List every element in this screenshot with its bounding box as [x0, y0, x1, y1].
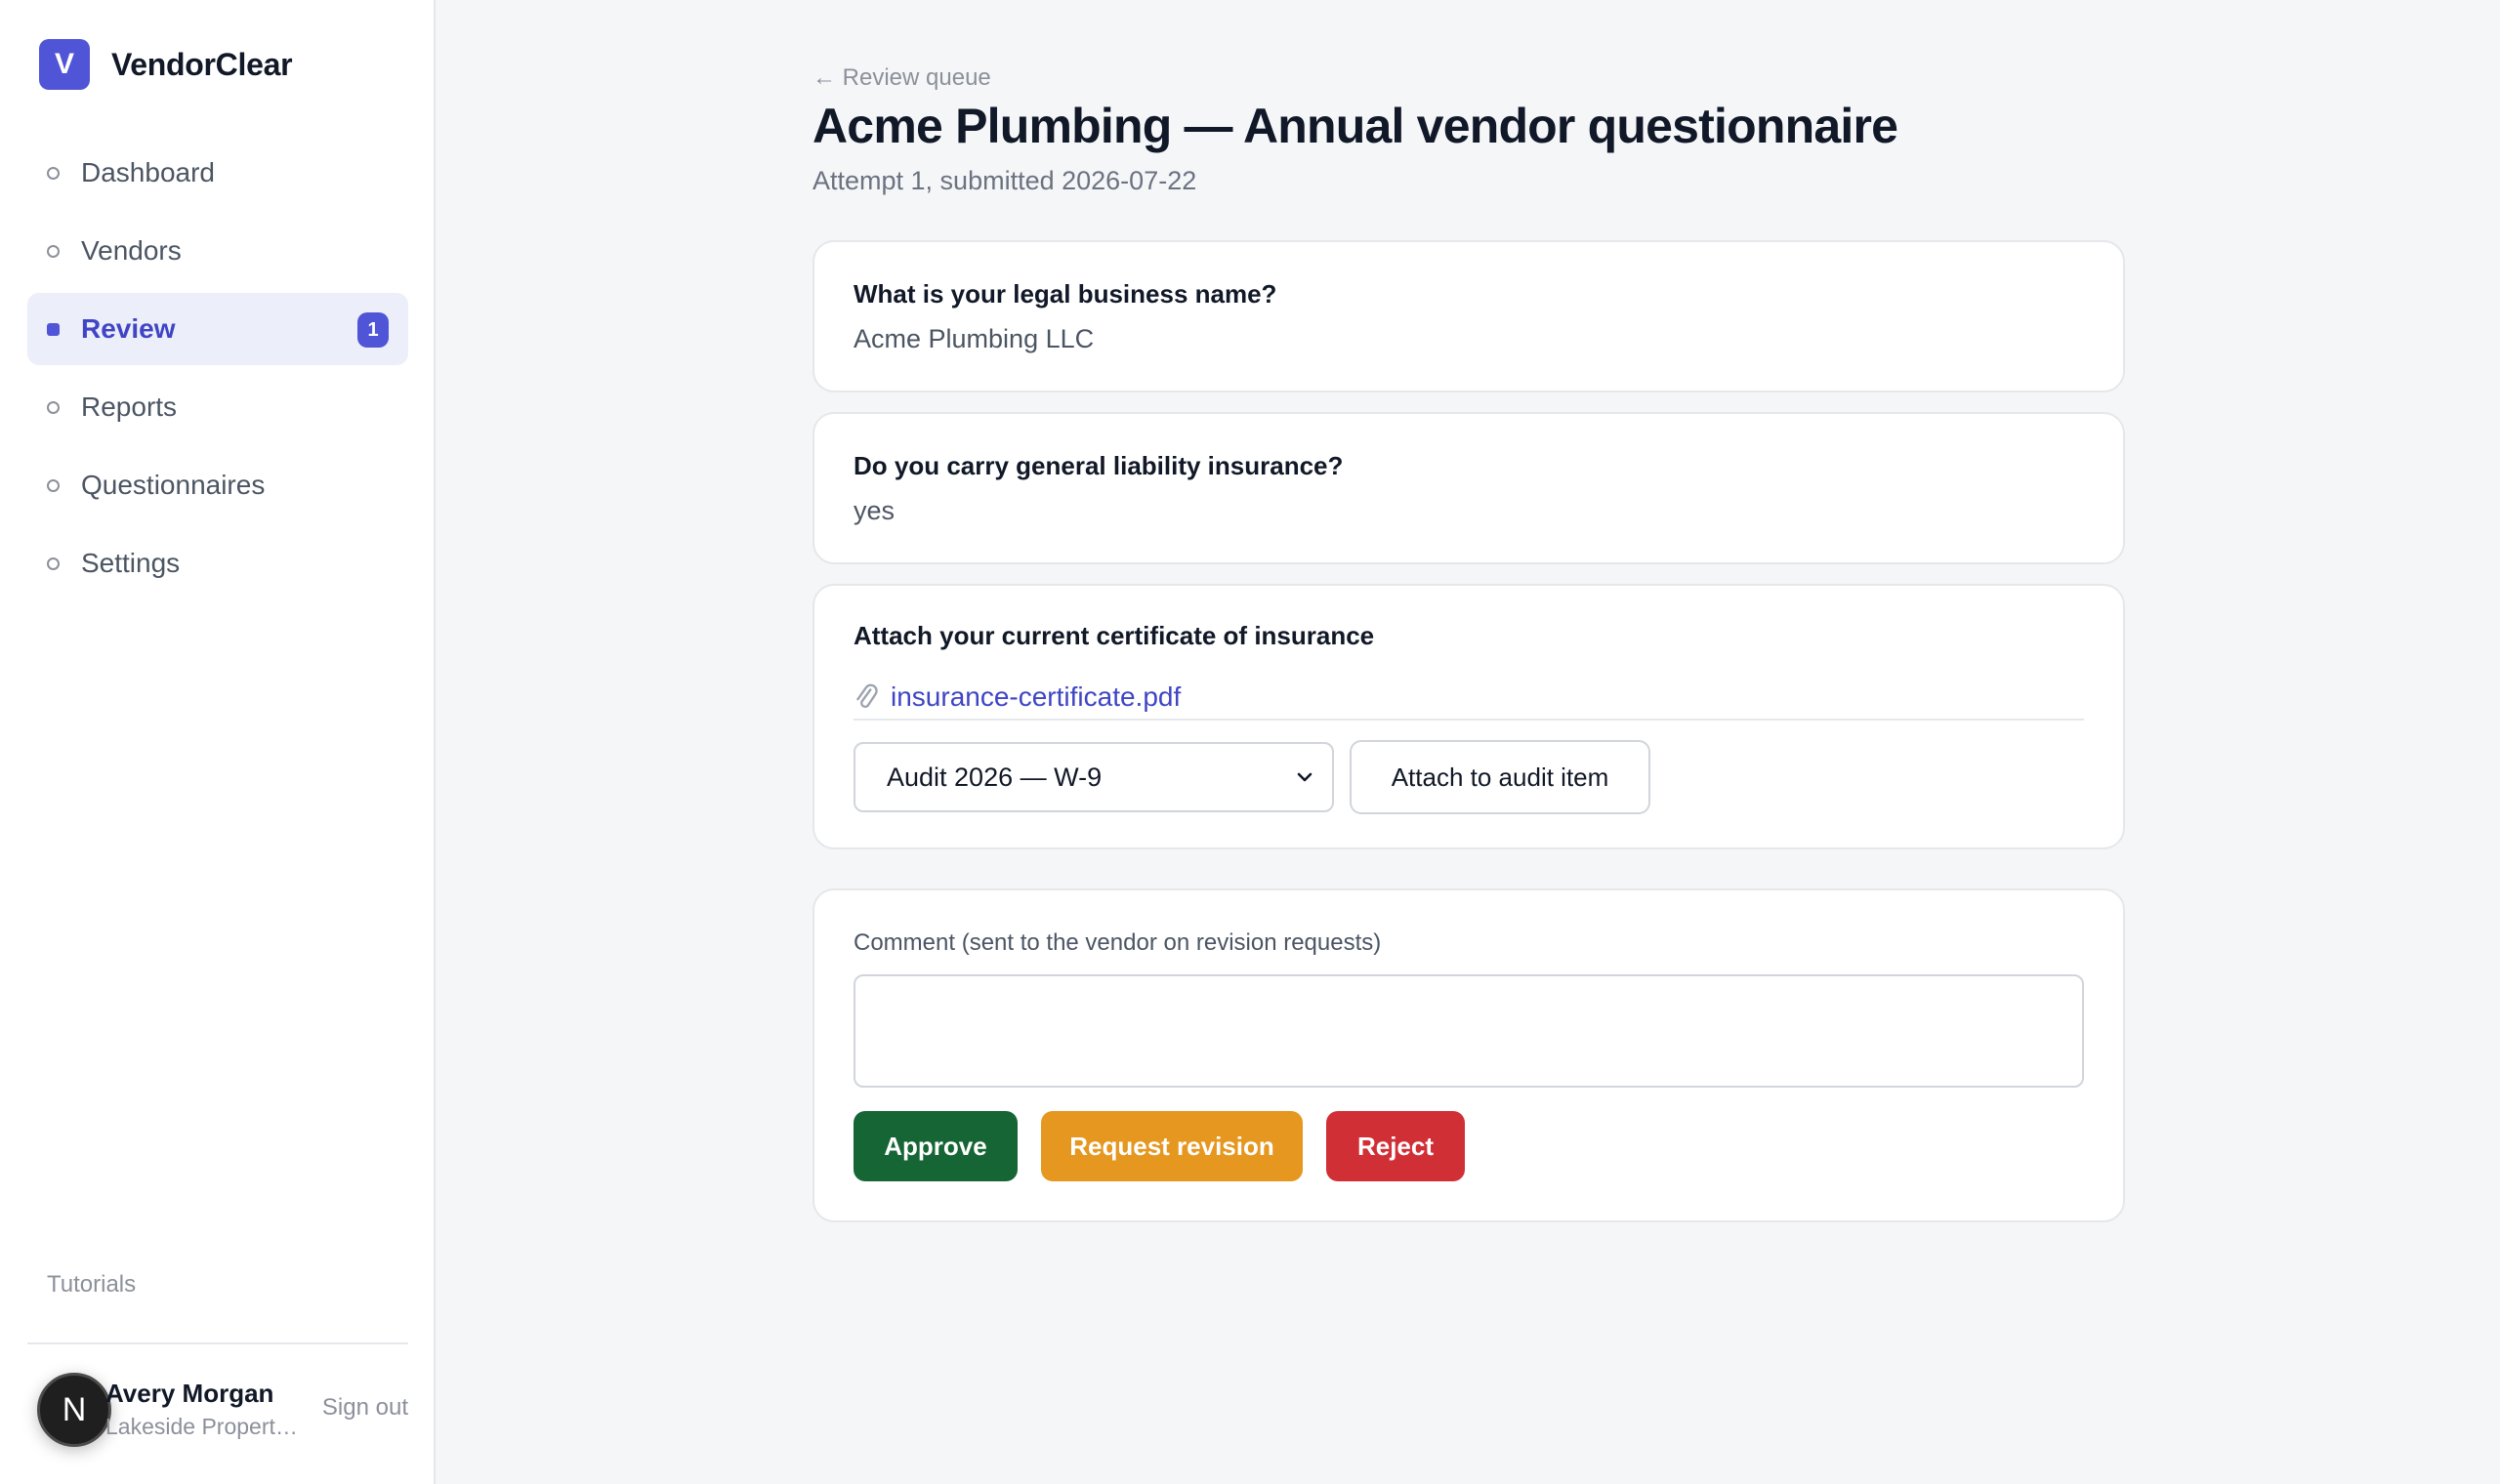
approve-button[interactable]: Approve: [854, 1111, 1018, 1181]
question-label: What is your legal business name?: [854, 279, 1277, 309]
sidebar-item-dashboard[interactable]: Dashboard: [27, 137, 408, 209]
sidebar-item-label: Vendors: [81, 235, 182, 266]
question-card: Do you carry general liability insurance…: [812, 412, 2125, 564]
request-revision-button[interactable]: Request revision: [1041, 1111, 1303, 1181]
sidebar-nav: Dashboard Vendors Review 1 Reports Quest…: [27, 137, 408, 605]
sign-out-button[interactable]: Sign out: [322, 1394, 408, 1422]
sidebar-item-label: Review: [81, 313, 176, 344]
brand[interactable]: V VendorClear: [39, 39, 293, 90]
review-count-badge: 1: [357, 312, 389, 348]
question-label: Do you carry general liability insurance…: [854, 451, 1344, 480]
dot-icon: [47, 556, 60, 570]
divider: [27, 1342, 408, 1344]
comment-label: Comment (sent to the vendor on revision …: [854, 929, 1382, 956]
sidebar-item-label: Reports: [81, 392, 178, 422]
tutorials-link[interactable]: Tutorials: [47, 1271, 136, 1298]
submission-info: Attempt 1, submitted 2026-07-22: [812, 166, 1197, 195]
attach-to-audit-item-button[interactable]: Attach to audit item: [1350, 740, 1650, 814]
audit-item-select[interactable]: Audit 2026 — W-9: [854, 742, 1334, 812]
reject-button[interactable]: Reject: [1326, 1111, 1465, 1181]
sidebar-item-label: Settings: [81, 548, 181, 578]
sidebar-item-settings[interactable]: Settings: [27, 527, 408, 599]
question-answer: Acme Plumbing LLC: [854, 324, 1095, 353]
question-answer: yes: [854, 496, 896, 525]
dot-icon: [47, 400, 60, 414]
user-name: Avery Morgan: [105, 1379, 274, 1408]
sidebar: V VendorClear Dashboard Vendors Review 1…: [0, 0, 436, 1484]
attachment-question-card: Attach your current certificate of insur…: [812, 584, 2125, 849]
sidebar-item-review[interactable]: Review 1: [27, 293, 408, 365]
comment-textarea[interactable]: [854, 974, 2084, 1088]
paperclip-icon: [856, 683, 878, 709]
review-decision-card: Comment (sent to the vendor on revision …: [812, 888, 2125, 1222]
audit-item-select-value: Audit 2026 — W-9: [887, 762, 1103, 792]
attachment-link[interactable]: insurance-certificate.pdf: [854, 681, 1181, 713]
sidebar-item-label: Dashboard: [81, 157, 215, 187]
back-to-review-queue-link[interactable]: ← Review queue: [812, 64, 991, 92]
dot-icon: [47, 166, 60, 180]
sidebar-item-questionnaires[interactable]: Questionnaires: [27, 449, 408, 521]
brand-name: VendorClear: [111, 46, 293, 82]
question-label: Attach your current certificate of insur…: [854, 621, 1375, 650]
user-organization: Lakeside Properties: [105, 1414, 301, 1439]
dot-icon: [47, 244, 60, 258]
dot-icon: [47, 322, 60, 336]
divider: [854, 719, 2084, 721]
user-panel: N Avery Morgan Lakeside Properties Sign …: [27, 1367, 408, 1455]
attachment-file-name: insurance-certificate.pdf: [891, 681, 1182, 712]
question-card: What is your legal business name? Acme P…: [812, 240, 2125, 392]
sidebar-item-label: Questionnaires: [81, 470, 266, 500]
sidebar-item-reports[interactable]: Reports: [27, 371, 408, 443]
brand-logo: V: [39, 39, 90, 90]
dot-icon: [47, 478, 60, 492]
page-title: Acme Plumbing — Annual vendor questionna…: [812, 99, 1898, 153]
chevron-down-icon: [1297, 772, 1312, 782]
avatar[interactable]: N: [37, 1373, 111, 1447]
sidebar-item-vendors[interactable]: Vendors: [27, 215, 408, 287]
